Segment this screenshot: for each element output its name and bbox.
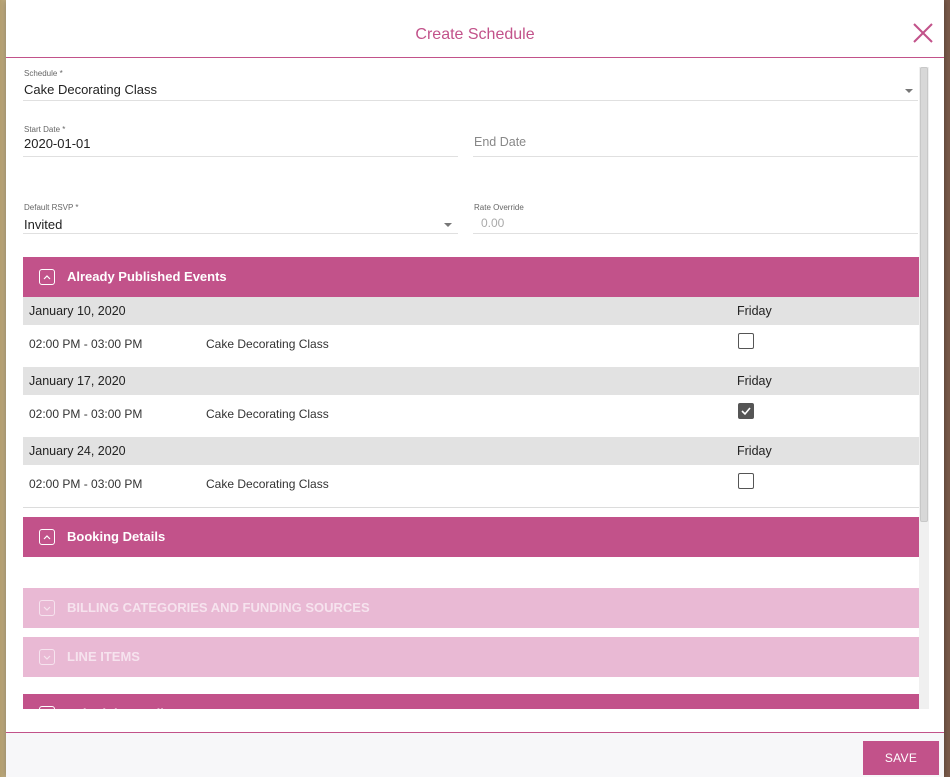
default-rsvp-label: Default RSVP * — [24, 203, 79, 212]
event-time: 02:00 PM - 03:00 PM — [29, 407, 143, 421]
event-date-row: January 24, 2020 Friday — [23, 437, 920, 465]
start-date-field[interactable]: Start Date * 2020-01-01 — [23, 125, 458, 157]
chevron-down-icon — [39, 649, 55, 665]
event-item: January 24, 2020 Friday 02:00 PM - 03:00… — [23, 437, 920, 508]
event-time: 02:00 PM - 03:00 PM — [29, 337, 143, 351]
scrollbar[interactable] — [919, 67, 929, 709]
chevron-down-icon — [39, 600, 55, 616]
chevron-down-icon — [39, 706, 55, 709]
event-weekday: Friday — [737, 444, 772, 458]
create-schedule-modal: Create Schedule Schedule * Cake Decorati… — [6, 0, 944, 777]
event-name: Cake Decorating Class — [206, 337, 329, 351]
event-item: January 17, 2020 Friday 02:00 PM - 03:00… — [23, 367, 920, 437]
event-weekday: Friday — [737, 304, 772, 318]
event-weekday: Friday — [737, 374, 772, 388]
close-icon — [913, 23, 933, 43]
modal-header: Create Schedule — [6, 0, 944, 58]
event-checkbox[interactable] — [738, 403, 754, 419]
booking-details-label: Booking Details — [67, 529, 166, 544]
start-date-label: Start Date * — [24, 125, 66, 134]
end-date-placeholder: End Date — [474, 135, 527, 149]
scrollbar-thumb[interactable] — [920, 67, 928, 522]
checkmark-icon — [741, 407, 751, 416]
schedule-label: Schedule * — [24, 69, 63, 78]
line-items-label: LINE ITEMS — [67, 649, 140, 664]
start-date-value: 2020-01-01 — [24, 136, 91, 151]
event-row: 02:00 PM - 03:00 PM Cake Decorating Clas… — [23, 325, 920, 367]
default-rsvp-select[interactable]: Default RSVP * Invited — [23, 203, 458, 234]
event-date: January 24, 2020 — [29, 444, 126, 458]
schedule-select[interactable]: Schedule * Cake Decorating Class — [23, 69, 918, 101]
event-row: 02:00 PM - 03:00 PM Cake Decorating Clas… — [23, 465, 920, 507]
event-name: Cake Decorating Class — [206, 477, 329, 491]
rate-override-value: 0.00 — [481, 216, 505, 230]
event-row: 02:00 PM - 03:00 PM Cake Decorating Clas… — [23, 395, 920, 437]
chevron-up-icon — [39, 269, 55, 285]
close-button[interactable] — [912, 22, 934, 44]
already-published-events-header[interactable]: Already Published Events — [23, 257, 920, 297]
chevron-down-icon — [905, 89, 913, 93]
schedule-value: Cake Decorating Class — [24, 82, 157, 97]
schedule-details-label: Schedule Details — [67, 694, 171, 709]
rate-override-field[interactable]: Rate Override 0.00 — [473, 203, 918, 234]
modal-footer: SAVE — [6, 732, 944, 777]
event-date-row: January 17, 2020 Friday — [23, 367, 920, 395]
event-date: January 17, 2020 — [29, 374, 126, 388]
booking-details-header[interactable]: Booking Details — [23, 517, 920, 557]
default-rsvp-value: Invited — [24, 217, 63, 232]
event-checkbox[interactable] — [738, 333, 754, 349]
billing-categories-header[interactable]: BILLING CATEGORIES AND FUNDING SOURCES — [23, 588, 920, 628]
event-date-row: January 10, 2020 Friday — [23, 297, 920, 325]
event-checkbox[interactable] — [738, 473, 754, 489]
schedule-details-header[interactable]: Schedule Details — [23, 694, 920, 709]
already-published-events-label: Already Published Events — [67, 269, 227, 284]
billing-categories-label: BILLING CATEGORIES AND FUNDING SOURCES — [67, 600, 370, 615]
event-date: January 10, 2020 — [29, 304, 126, 318]
rate-override-label: Rate Override — [474, 203, 524, 212]
event-item: January 10, 2020 Friday 02:00 PM - 03:00… — [23, 297, 920, 367]
save-button[interactable]: SAVE — [863, 741, 939, 775]
end-date-field[interactable]: End Date — [473, 125, 918, 157]
event-name: Cake Decorating Class — [206, 407, 329, 421]
chevron-up-icon — [39, 529, 55, 545]
line-items-header[interactable]: LINE ITEMS — [23, 637, 920, 677]
event-time: 02:00 PM - 03:00 PM — [29, 477, 143, 491]
modal-body: Schedule * Cake Decorating Class Start D… — [6, 59, 944, 709]
chevron-down-icon — [444, 223, 452, 227]
modal-title: Create Schedule — [415, 26, 535, 43]
